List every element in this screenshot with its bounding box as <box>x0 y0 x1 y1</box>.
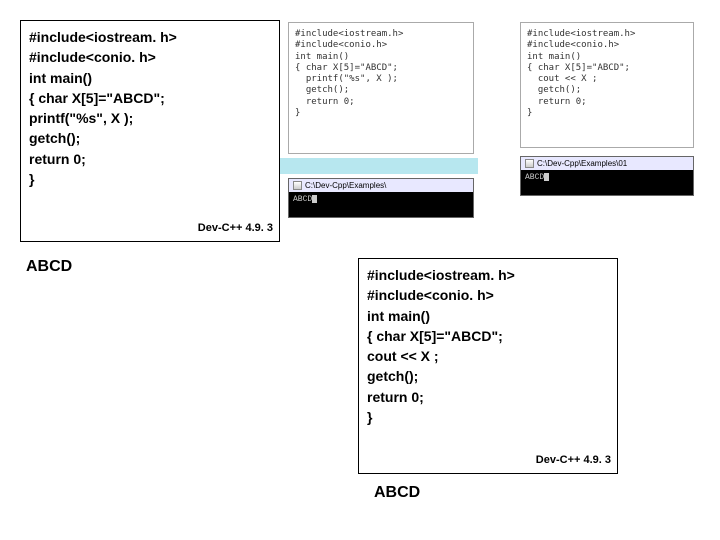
code-line: } <box>29 169 271 189</box>
console-thumbnail-1: C:\Dev-Cpp\Examples\ ABCD <box>288 178 474 218</box>
console-titlebar: C:\Dev-Cpp\Examples\ <box>289 179 473 192</box>
console-title-text: C:\Dev-Cpp\Examples\01 <box>537 159 627 168</box>
output-text-2: ABCD <box>374 484 420 502</box>
console-output: ABCD <box>293 195 312 204</box>
cmd-icon <box>525 159 534 168</box>
code-line: return 0; <box>29 149 271 169</box>
output-text-1: ABCD <box>26 258 72 276</box>
code-line: #include<conio. h> <box>367 285 609 305</box>
code-line: } <box>367 407 609 427</box>
cursor-icon <box>544 173 549 181</box>
console-thumbnail-2: C:\Dev-Cpp\Examples\01 ABCD <box>520 156 694 196</box>
code-box-printf: #include<iostream. h> #include<conio. h>… <box>20 20 280 242</box>
dev-version-label: Dev-C++ 4.9. 3 <box>536 453 611 469</box>
dev-version-label: Dev-C++ 4.9. 3 <box>198 221 273 237</box>
code-line: { char X[5]="ABCD"; <box>367 326 609 346</box>
code-line: return 0; <box>367 387 609 407</box>
console-titlebar: C:\Dev-Cpp\Examples\01 <box>521 157 693 170</box>
code-line: getch(); <box>367 366 609 386</box>
code-line: #include<iostream. h> <box>367 265 609 285</box>
cmd-icon <box>293 181 302 190</box>
code-line: int main() <box>29 68 271 88</box>
console-output: ABCD <box>525 173 544 182</box>
code-box-cout: #include<iostream. h> #include<conio. h>… <box>358 258 618 474</box>
code-line: #include<iostream. h> <box>29 27 271 47</box>
editor-thumbnail-printf: #include<iostream.h> #include<conio.h> i… <box>288 22 474 154</box>
code-line: #include<conio. h> <box>29 47 271 67</box>
editor-code: #include<iostream.h> #include<conio.h> i… <box>295 29 467 119</box>
console-title-text: C:\Dev-Cpp\Examples\ <box>305 181 386 190</box>
code-line: { char X[5]="ABCD"; <box>29 88 271 108</box>
console-body: ABCD <box>521 170 693 185</box>
editor-code: #include<iostream.h> #include<conio.h> i… <box>527 29 687 119</box>
editor-thumbnail-cout: #include<iostream.h> #include<conio.h> i… <box>520 22 694 148</box>
code-line: cout << X ; <box>367 346 609 366</box>
code-line: getch(); <box>29 128 271 148</box>
code-line: int main() <box>367 306 609 326</box>
console-body: ABCD <box>289 192 473 207</box>
code-line: printf("%s", X ); <box>29 108 271 128</box>
highlight-strip <box>268 158 478 174</box>
cursor-icon <box>312 195 317 203</box>
